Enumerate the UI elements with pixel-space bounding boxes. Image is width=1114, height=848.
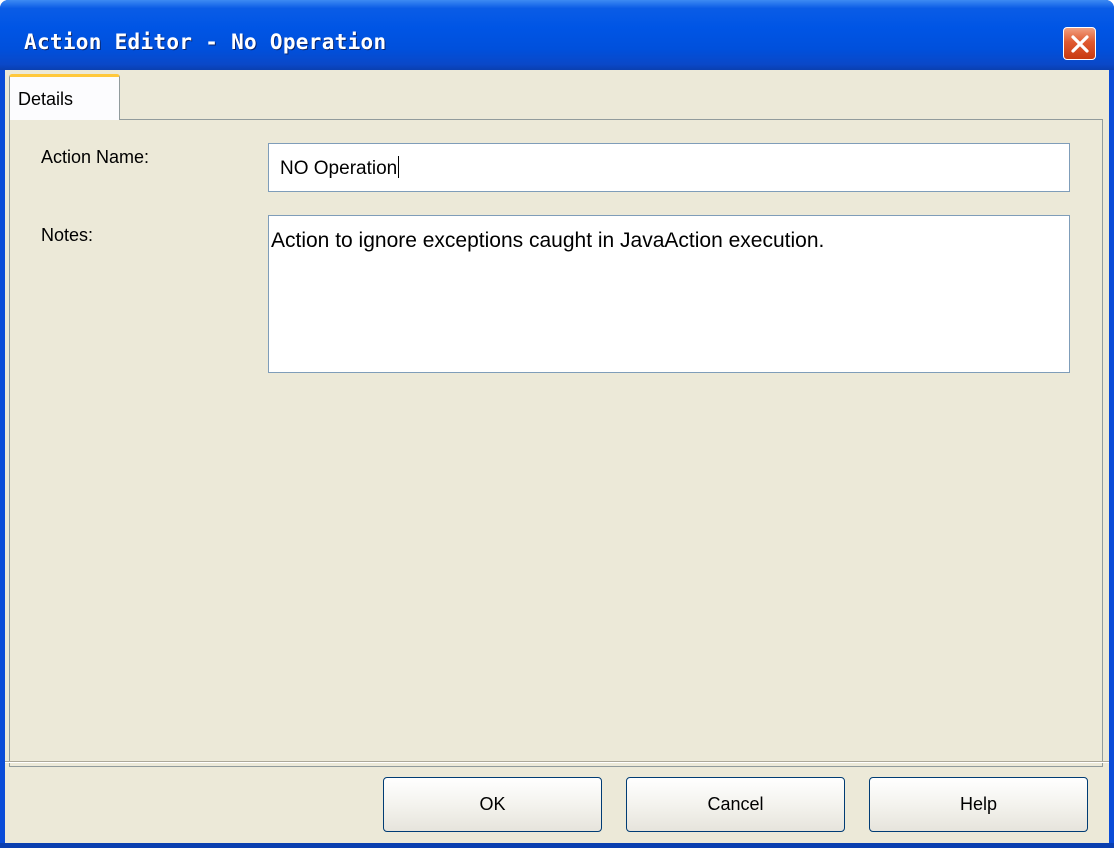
close-button[interactable] xyxy=(1063,27,1096,60)
dialog-window: Action Editor - No Operation Action Name… xyxy=(0,0,1114,848)
notes-textarea[interactable]: Action to ignore exceptions caught in Ja… xyxy=(268,215,1070,373)
dialog-client-area: Action Name: NO Operation Notes: Action … xyxy=(5,70,1109,843)
action-name-value: NO Operation xyxy=(280,158,398,179)
cancel-button[interactable]: Cancel xyxy=(626,777,845,832)
window-title: Action Editor - No Operation xyxy=(24,30,387,54)
close-x-icon xyxy=(1070,34,1089,53)
ok-button[interactable]: OK xyxy=(383,777,602,832)
details-panel: Action Name: NO Operation Notes: Action … xyxy=(9,119,1103,767)
window-bottom-border xyxy=(0,843,1114,848)
notes-value: Action to ignore exceptions caught in Ja… xyxy=(271,229,825,252)
title-bar[interactable]: Action Editor - No Operation xyxy=(0,0,1114,70)
help-button[interactable]: Help xyxy=(869,777,1088,832)
text-caret xyxy=(398,156,400,178)
button-separator xyxy=(5,761,1109,763)
action-name-label: Action Name: xyxy=(41,147,150,167)
notes-label: Notes: xyxy=(41,225,94,245)
action-name-input[interactable]: NO Operation xyxy=(268,143,1070,192)
tab-details[interactable]: Details xyxy=(9,74,120,120)
